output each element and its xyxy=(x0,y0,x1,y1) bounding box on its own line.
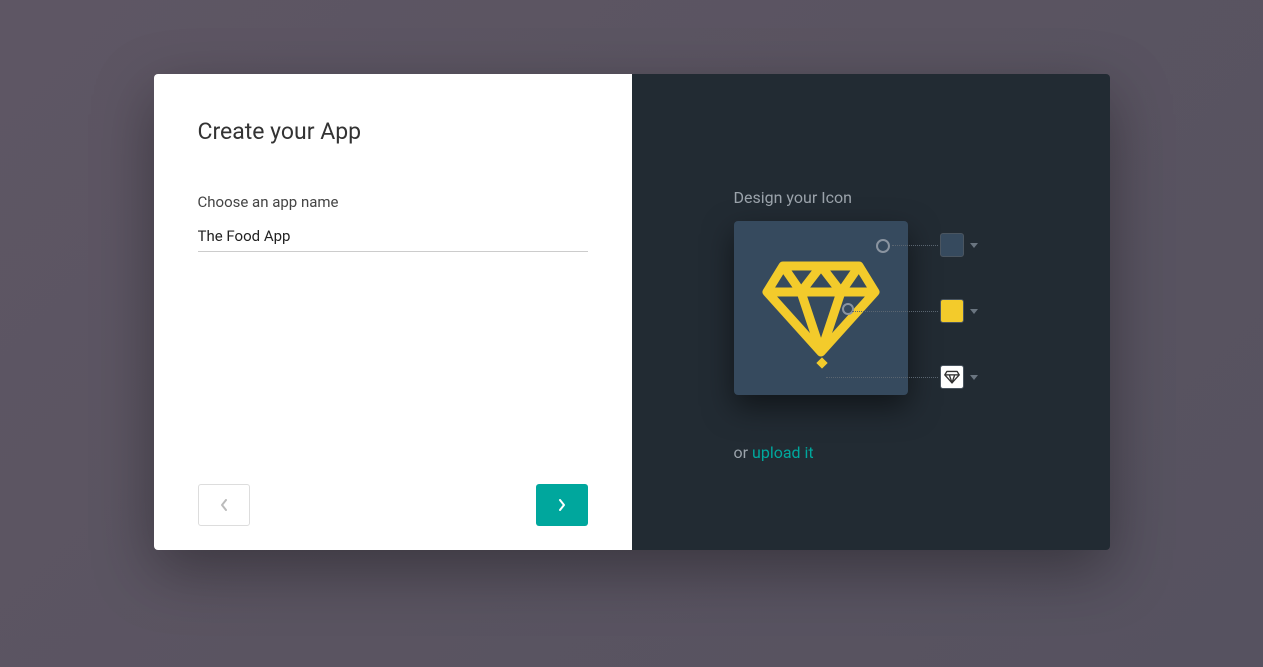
icon-designer xyxy=(734,221,1066,395)
connector-line xyxy=(826,377,938,378)
upload-link[interactable]: upload it xyxy=(752,443,814,462)
background-swatch xyxy=(940,233,964,257)
next-button[interactable] xyxy=(536,484,588,526)
foreground-marker xyxy=(842,303,854,315)
foreground-swatch xyxy=(940,299,964,323)
design-icon-title: Design your Icon xyxy=(734,188,1066,207)
diamond-icon xyxy=(944,370,960,384)
page-title: Create your App xyxy=(198,118,588,145)
icon-shape-picker[interactable] xyxy=(940,365,978,389)
design-icon-panel: Design your Icon xyxy=(632,74,1110,550)
app-name-label: Choose an app name xyxy=(198,193,588,211)
app-name-input[interactable] xyxy=(198,223,588,252)
upload-prefix: or xyxy=(734,443,753,462)
chevron-down-icon xyxy=(970,309,978,314)
chevron-right-icon xyxy=(558,499,566,511)
icon-marker xyxy=(816,357,827,368)
upload-row: or upload it xyxy=(734,443,1066,462)
diamond-icon xyxy=(761,258,881,358)
icon-preview xyxy=(734,221,908,395)
wizard-nav xyxy=(198,484,588,526)
wizard-card: Create your App Choose an app name Desig… xyxy=(154,74,1110,550)
chevron-left-icon xyxy=(220,499,228,511)
previous-button[interactable] xyxy=(198,484,250,526)
connector-line xyxy=(892,245,938,246)
chevron-down-icon xyxy=(970,375,978,380)
connector-line xyxy=(852,311,938,312)
background-color-picker[interactable] xyxy=(940,233,978,257)
foreground-color-picker[interactable] xyxy=(940,299,978,323)
background-marker xyxy=(876,239,890,253)
icon-shape-swatch xyxy=(940,365,964,389)
chevron-down-icon xyxy=(970,243,978,248)
create-app-panel: Create your App Choose an app name xyxy=(154,74,632,550)
swatch-column xyxy=(940,221,978,389)
